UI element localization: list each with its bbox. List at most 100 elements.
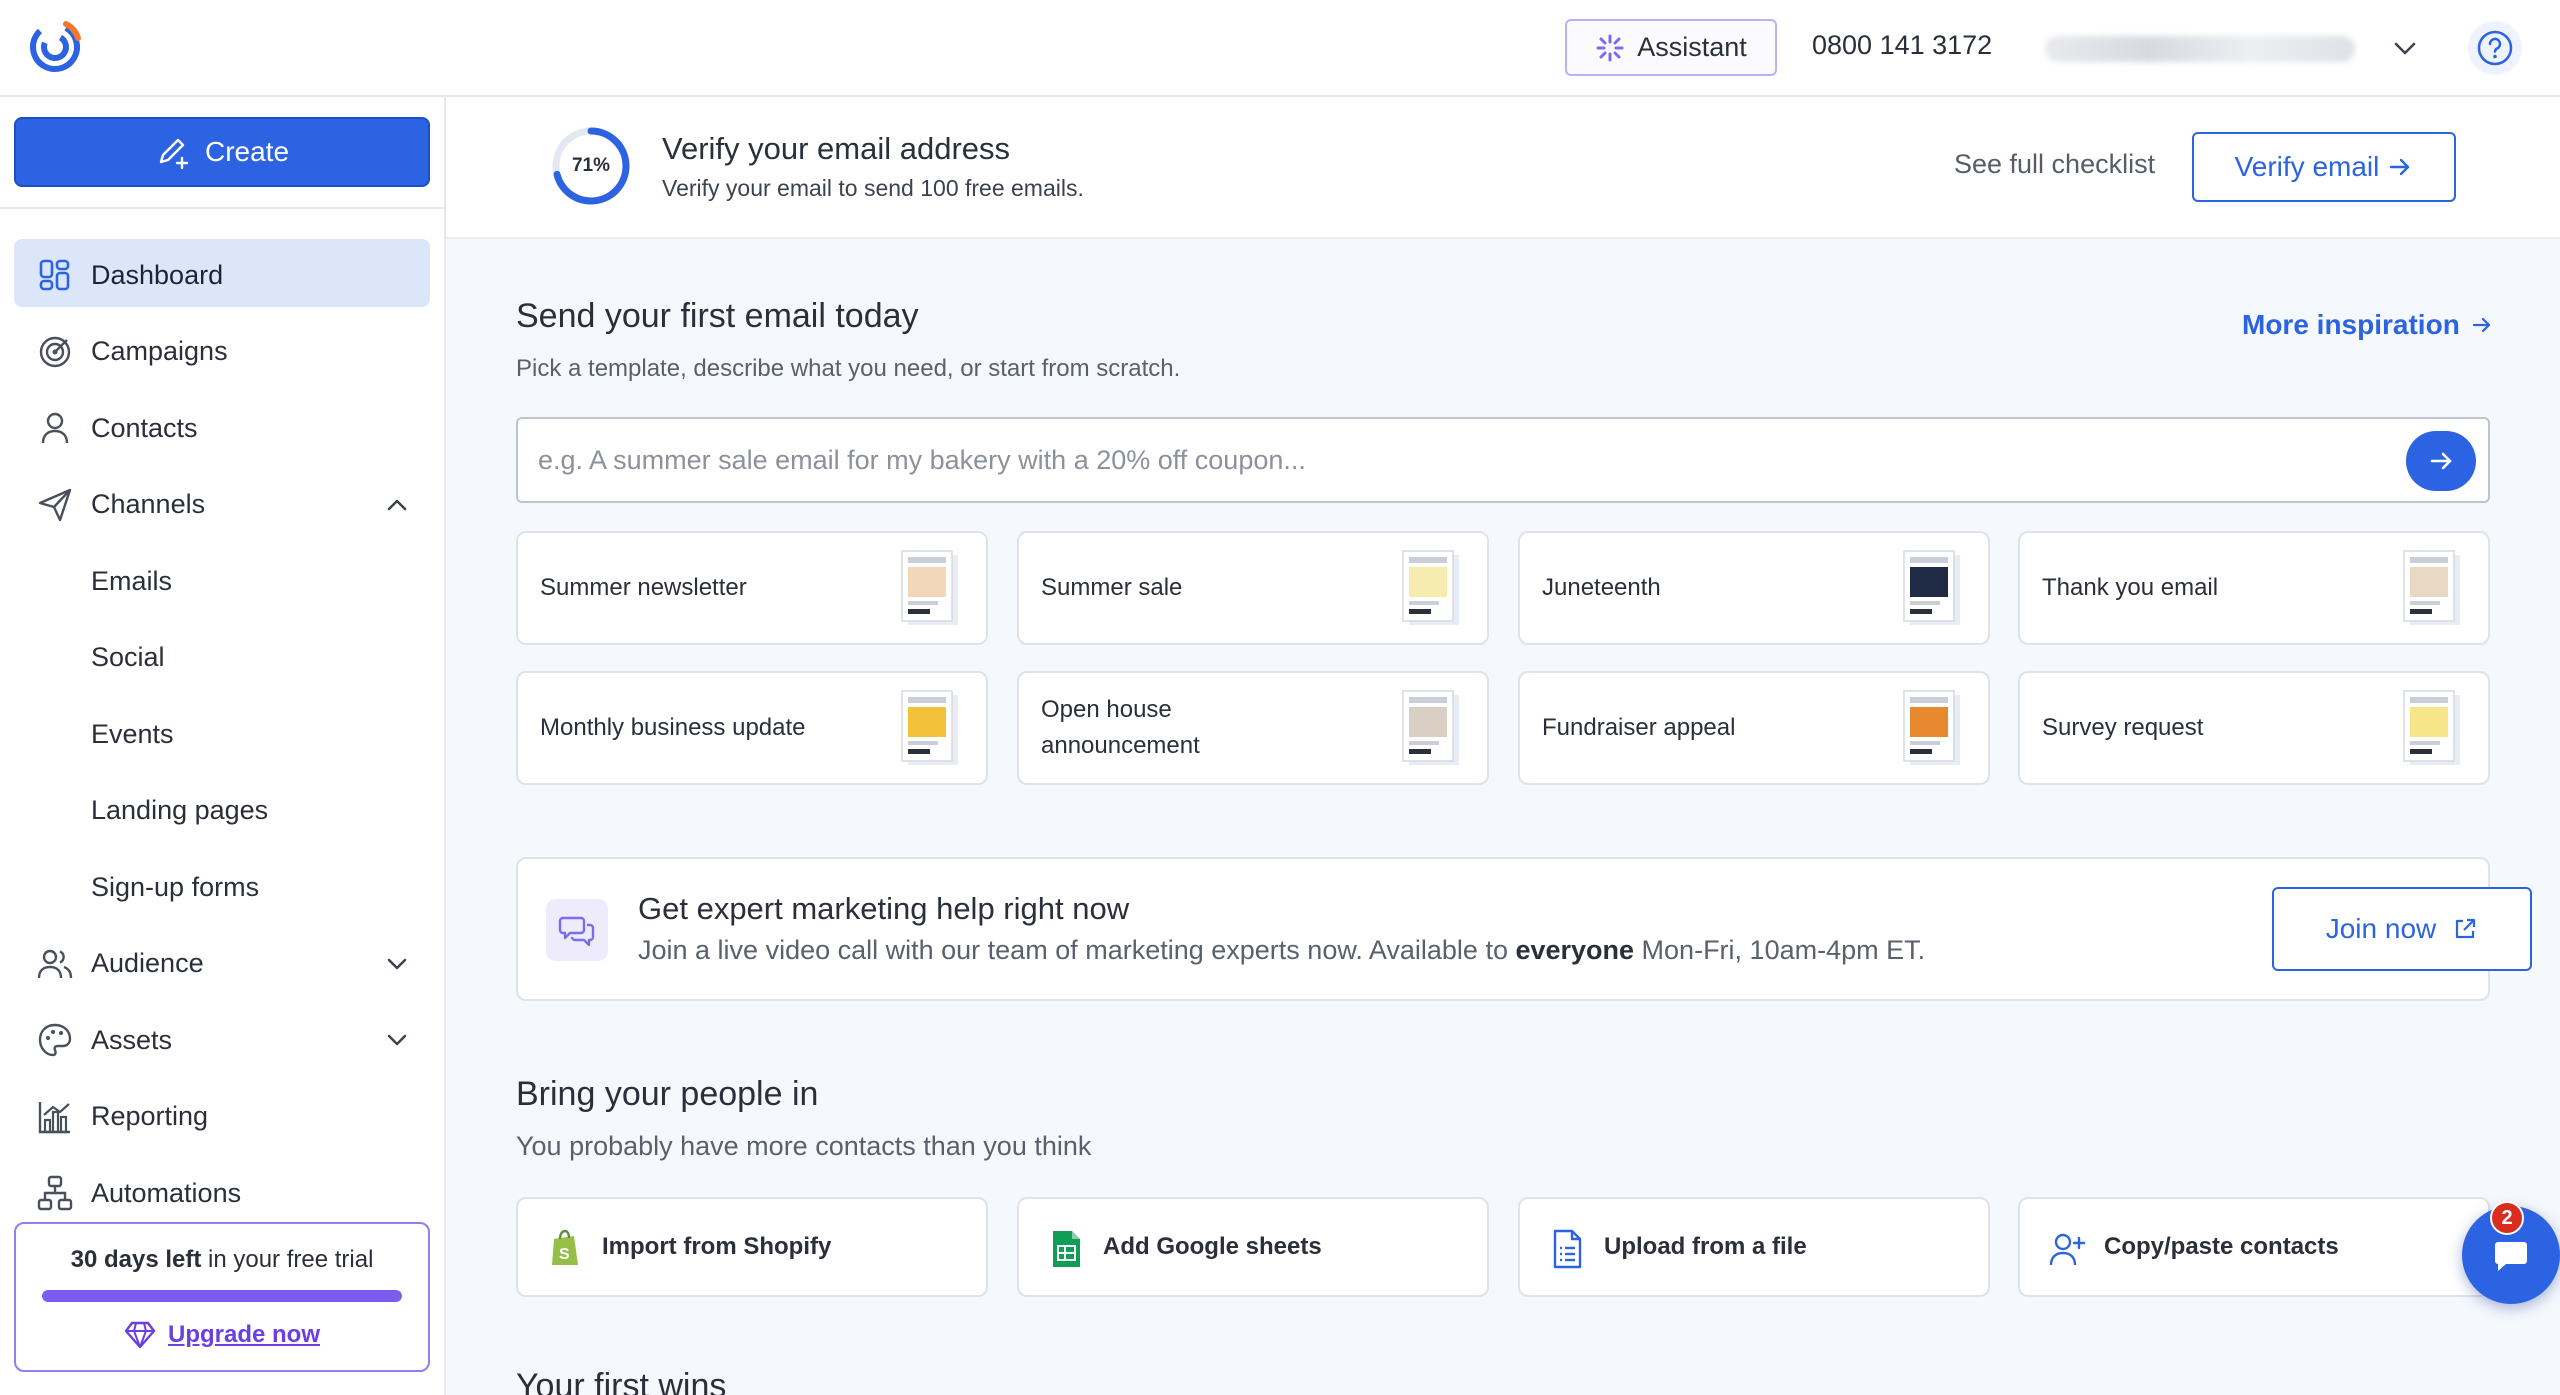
chevron-down-icon[interactable]: [2388, 32, 2422, 66]
send-section-subtitle: Pick a template, describe what you need,…: [516, 355, 1181, 382]
expert-help-card: Get expert marketing help right now Join…: [516, 857, 2532, 1001]
sidebar-item-assets[interactable]: Assets: [0, 1002, 444, 1079]
template-thumbnail: [1399, 549, 1465, 629]
help-subtitle: Join a live video call with our team of …: [638, 935, 1925, 966]
verify-subtitle: Verify your email to send 100 free email…: [662, 175, 1084, 201]
sidebar-item-channels[interactable]: Channels: [0, 467, 444, 544]
template-thumbnail: [898, 549, 964, 629]
chevron-up-icon[interactable]: [380, 488, 414, 522]
sidebar-item-label: Contacts: [91, 412, 198, 443]
sidebar-item-contacts[interactable]: Contacts: [0, 390, 444, 467]
external-link-icon: [2456, 918, 2476, 939]
email-prompt-input[interactable]: [538, 419, 2398, 501]
palette-icon: [38, 1024, 72, 1057]
template-label: Monthly business update: [540, 714, 806, 741]
paper-plane-icon: [38, 488, 72, 521]
upgrade-link[interactable]: Upgrade now: [16, 1320, 428, 1350]
support-phone[interactable]: 0800 141 3172: [1812, 30, 1992, 61]
sidebar-item-label: Emails: [91, 565, 173, 596]
template-card[interactable]: Summer newsletter: [516, 531, 988, 645]
sidebar-item-events[interactable]: Events: [0, 696, 444, 773]
assistant-button[interactable]: Assistant: [1565, 19, 1777, 76]
import-shopify-card[interactable]: S Import from Shopify: [516, 1197, 988, 1297]
copy-paste-contacts-card[interactable]: Copy/paste contacts: [2018, 1197, 2490, 1297]
sidebar-item-label: Assets: [91, 1024, 173, 1055]
more-inspiration-label: More inspiration: [2242, 309, 2460, 340]
notification-badge: 2: [2490, 1201, 2524, 1235]
verify-email-button[interactable]: Verify email: [2192, 132, 2456, 202]
bar-chart-icon: [38, 1101, 70, 1133]
import-label: Copy/paste contacts: [2104, 1233, 2339, 1260]
person-icon: [41, 413, 69, 444]
sidebar-item-label: Audience: [91, 948, 204, 979]
template-label: Open house announcement: [1041, 696, 1200, 759]
template-thumbnail: [1399, 689, 1465, 769]
sidebar-nav: Dashboard Campaigns Contacts Channels Em…: [0, 237, 444, 1232]
people-icon: [37, 949, 73, 978]
import-label: Import from Shopify: [602, 1233, 832, 1260]
template-card[interactable]: Monthly business update: [516, 671, 988, 785]
more-inspiration-link[interactable]: More inspiration: [2242, 309, 2494, 341]
sidebar-item-automations[interactable]: Automations: [0, 1155, 444, 1232]
sidebar-item-label: Reporting: [91, 1101, 209, 1132]
assistant-label: Assistant: [1637, 32, 1747, 62]
arrow-right-icon: [2430, 452, 2452, 470]
upload-file-card[interactable]: Upload from a file: [1518, 1197, 1990, 1297]
sidebar-item-label: Campaigns: [91, 336, 228, 367]
template-card[interactable]: Summer sale: [1017, 531, 1489, 645]
diamond-icon: [124, 1321, 156, 1349]
sidebar-item-audience[interactable]: Audience: [0, 926, 444, 1003]
template-label: Fundraiser appeal: [1542, 714, 1736, 741]
join-now-button[interactable]: Join now: [2272, 887, 2532, 971]
help-sub-after: Mon-Fri, 10am-4pm ET.: [1634, 935, 1926, 965]
help-sub-bold: everyone: [1515, 935, 1635, 965]
progress-percent: 71%: [571, 155, 611, 176]
shopify-icon: S: [552, 1229, 578, 1265]
chevron-down-icon[interactable]: [380, 1023, 414, 1057]
pencil-plus-icon: [159, 138, 189, 170]
sidebar-item-label: Events: [91, 718, 174, 749]
chevron-down-icon[interactable]: [380, 947, 414, 981]
account-name-redacted[interactable]: [2045, 36, 2355, 62]
template-thumbnail: [1900, 689, 1966, 769]
sidebar-item-label: Social: [91, 642, 165, 673]
sidebar-item-social[interactable]: Social: [0, 620, 444, 697]
sidebar-item-label: Automations: [91, 1177, 242, 1208]
template-card[interactable]: Survey request: [2018, 671, 2490, 785]
dashboard-icon: [39, 259, 70, 291]
wins-section-title: Your first wins: [516, 1367, 727, 1395]
trial-text: 30 days left in your free trial: [16, 1246, 428, 1274]
sidebar-item-label: Dashboard: [91, 259, 224, 290]
template-thumbnail: [2400, 549, 2466, 629]
template-card[interactable]: Juneteenth: [1518, 531, 1990, 645]
template-thumbnail: [2400, 689, 2466, 769]
sidebar-item-dashboard[interactable]: Dashboard: [0, 237, 444, 314]
svg-text:S: S: [559, 1246, 570, 1263]
template-card[interactable]: Thank you email: [2018, 531, 2490, 645]
trial-days: 30 days left: [70, 1246, 202, 1273]
sidebar-item-signup-forms[interactable]: Sign-up forms: [0, 849, 444, 926]
sidebar-item-reporting[interactable]: Reporting: [0, 1079, 444, 1156]
sidebar-item-campaigns[interactable]: Campaigns: [0, 314, 444, 391]
brand-logo-icon[interactable]: [26, 18, 84, 76]
sidebar-item-emails[interactable]: Emails: [0, 543, 444, 620]
chat-bubbles-icon: [546, 899, 608, 961]
template-label: Summer newsletter: [540, 574, 747, 601]
help-button[interactable]: [2468, 21, 2522, 75]
top-bar: Assistant 0800 141 3172: [0, 0, 2560, 97]
see-full-checklist-link[interactable]: See full checklist: [1954, 149, 2155, 180]
target-icon: [39, 336, 71, 367]
sidebar-item-landing-pages[interactable]: Landing pages: [0, 773, 444, 850]
sidebar-item-label: Channels: [91, 489, 206, 520]
join-now-label: Join now: [2325, 913, 2437, 944]
verify-title: Verify your email address: [662, 131, 1011, 166]
template-card[interactable]: Fundraiser appeal: [1518, 671, 1990, 785]
template-card[interactable]: Open house announcement: [1017, 671, 1489, 785]
template-thumbnail: [1900, 549, 1966, 629]
file-icon: [1553, 1229, 1582, 1269]
trial-banner: 30 days left in your free trial Upgrade …: [14, 1222, 430, 1372]
create-button[interactable]: Create: [14, 117, 430, 187]
add-google-sheets-card[interactable]: Add Google sheets: [1017, 1197, 1489, 1297]
sidebar-item-label: Landing pages: [91, 795, 269, 826]
prompt-submit-button[interactable]: [2406, 431, 2476, 491]
